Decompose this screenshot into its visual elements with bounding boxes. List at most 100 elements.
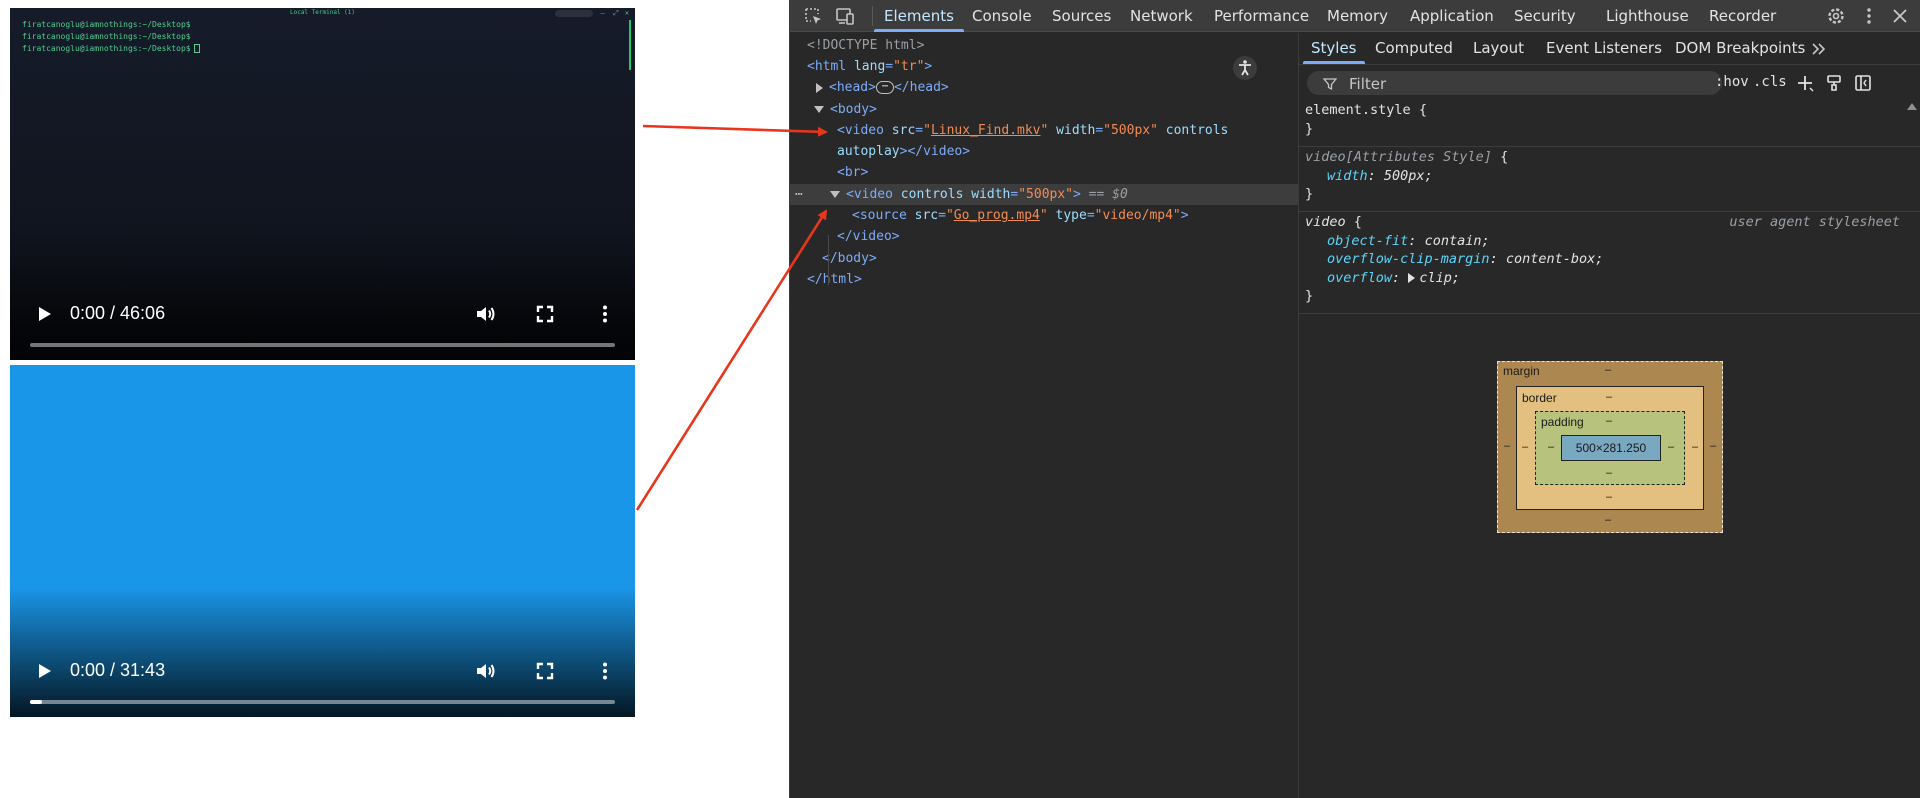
hover-state-toggle[interactable]: :hov bbox=[1715, 74, 1749, 90]
tab-memory[interactable]: Memory bbox=[1327, 0, 1388, 32]
play-icon[interactable] bbox=[32, 302, 56, 326]
terminal-title: Local Terminal (1) bbox=[289, 9, 356, 16]
dom-video1-node-cont[interactable]: autoplay></video> bbox=[790, 141, 1298, 162]
tab-event-listeners[interactable]: Event Listeners bbox=[1546, 33, 1662, 64]
terminal-scrollbar bbox=[629, 20, 631, 70]
tab-security[interactable]: Security bbox=[1514, 0, 1576, 32]
filter-placeholder: Filter bbox=[1349, 75, 1387, 93]
video-time: 0:00 / 46:06 bbox=[70, 303, 166, 323]
styles-pane: Styles Computed Layout Event Listeners D… bbox=[1298, 33, 1920, 798]
dom-html-node[interactable]: <html lang="tr"> bbox=[790, 56, 1298, 77]
tab-elements[interactable]: Elements bbox=[874, 0, 964, 32]
rule-element-style[interactable]: element.style { } bbox=[1299, 101, 1900, 138]
add-rule-icon[interactable] bbox=[1796, 74, 1814, 92]
terminal-line: firatcanoglu@iamnothings:~/Desktop$ bbox=[22, 43, 200, 55]
terminal-output: firatcanoglu@iamnothings:~/Desktop$ fira… bbox=[22, 19, 200, 55]
collapse-triangle-icon[interactable] bbox=[814, 106, 824, 113]
video-controls: 0:00 / 46:06 bbox=[10, 280, 635, 360]
terminal-cursor bbox=[193, 44, 200, 53]
collapse-triangle-icon[interactable] bbox=[830, 191, 840, 198]
tab-performance[interactable]: Performance bbox=[1214, 0, 1309, 32]
box-model-border-label: border bbox=[1522, 391, 1557, 405]
box-model-content-size[interactable]: 500×281.250 bbox=[1561, 435, 1661, 461]
rule-user-agent-video[interactable]: video { user agent stylesheet object-fit… bbox=[1299, 213, 1900, 306]
dom-html-close[interactable]: </html> bbox=[790, 269, 1298, 290]
video1-src-link[interactable]: Linux_Find.mkv bbox=[931, 123, 1041, 138]
video-player-linux-find[interactable]: Local Terminal (1) — ⤢ ✕ firatcanoglu@iam… bbox=[10, 8, 635, 360]
scroll-up-arrow-icon[interactable] bbox=[1907, 103, 1917, 110]
tab-application[interactable]: Application bbox=[1410, 0, 1494, 32]
more-options-icon[interactable] bbox=[593, 659, 617, 683]
css-value[interactable]: content-box; bbox=[1506, 251, 1604, 267]
video-player-go-prog[interactable]: 0:00 / 31:43 bbox=[10, 365, 635, 717]
play-icon[interactable] bbox=[32, 659, 56, 683]
more-options-icon[interactable] bbox=[1858, 5, 1880, 27]
terminal-line: firatcanoglu@iamnothings:~/Desktop$ bbox=[22, 32, 191, 41]
tab-network[interactable]: Network bbox=[1130, 0, 1193, 32]
tab-dom-breakpoints[interactable]: DOM Breakpoints bbox=[1675, 33, 1805, 64]
collapsed-ellipsis-icon[interactable]: ⋯ bbox=[875, 81, 894, 94]
dom-head-node[interactable]: <head> ⋯ </head> bbox=[790, 77, 1298, 98]
terminal-line: firatcanoglu@iamnothings:~/Desktop$ bbox=[22, 20, 191, 29]
volume-icon[interactable] bbox=[473, 659, 497, 683]
video-progress-bar[interactable] bbox=[30, 343, 615, 347]
dom-body-node[interactable]: <body> bbox=[790, 99, 1298, 120]
filter-icon bbox=[1323, 78, 1337, 91]
rule-attributes-style[interactable]: video[Attributes Style] { width: 500px; … bbox=[1299, 148, 1900, 204]
dom-doctype[interactable]: <!DOCTYPE html> bbox=[790, 35, 1298, 56]
expand-triangle-icon[interactable] bbox=[816, 82, 823, 93]
close-icon[interactable] bbox=[1889, 5, 1911, 27]
dom-br-node[interactable]: <br> bbox=[790, 162, 1298, 183]
devtools-toolbar: Elements Console Sources Network Perform… bbox=[790, 0, 1920, 32]
settings-gear-icon[interactable] bbox=[1825, 5, 1847, 27]
css-value[interactable]: 500px; bbox=[1384, 168, 1433, 184]
video-progress-bar[interactable] bbox=[30, 700, 615, 704]
tab-lighthouse[interactable]: Lighthouse bbox=[1606, 0, 1689, 32]
fullscreen-icon[interactable] bbox=[533, 659, 557, 683]
styles-filter-row: Filter :hov .cls bbox=[1299, 66, 1920, 98]
inspect-element-icon[interactable] bbox=[802, 5, 824, 27]
tab-styles[interactable]: Styles bbox=[1303, 33, 1364, 64]
tab-recorder[interactable]: Recorder bbox=[1709, 0, 1776, 32]
dom-node-actions-icon[interactable]: ⋯ bbox=[795, 184, 803, 205]
elements-dom-tree: <!DOCTYPE html> <html lang="tr"> <head> ⋯… bbox=[790, 33, 1298, 798]
source-src-link[interactable]: Go_prog.mp4 bbox=[954, 208, 1040, 223]
accessibility-tree-icon[interactable] bbox=[1232, 55, 1258, 81]
dom-body-close[interactable]: </body> bbox=[790, 248, 1298, 269]
video-time: 0:00 / 31:43 bbox=[70, 660, 166, 680]
device-toolbar-icon[interactable] bbox=[834, 5, 856, 27]
dom-source-node[interactable]: <source src="Go_prog.mp4" type="video/mp… bbox=[790, 205, 1298, 226]
fullscreen-icon[interactable] bbox=[533, 302, 557, 326]
box-model-padding[interactable]: padding – – – – 500×281.250 bbox=[1535, 411, 1685, 485]
dom-video2-close[interactable]: </video> bbox=[790, 226, 1298, 247]
tab-computed[interactable]: Computed bbox=[1375, 33, 1453, 64]
toggle-sidebar-icon[interactable] bbox=[1854, 74, 1872, 92]
styles-tabbar: Styles Computed Layout Event Listeners D… bbox=[1299, 33, 1920, 65]
devtools-panel: Elements Console Sources Network Perform… bbox=[789, 0, 1920, 798]
css-value[interactable]: contain; bbox=[1425, 233, 1490, 249]
tab-sources[interactable]: Sources bbox=[1052, 0, 1111, 32]
video-controls: 0:00 / 31:43 bbox=[10, 637, 635, 717]
css-property[interactable]: overflow bbox=[1327, 270, 1392, 286]
css-property[interactable]: object-fit bbox=[1327, 233, 1408, 249]
more-options-icon[interactable] bbox=[593, 302, 617, 326]
expand-shorthand-icon[interactable] bbox=[1408, 272, 1416, 283]
element-state-paint-icon[interactable] bbox=[1825, 74, 1843, 92]
css-property[interactable]: width bbox=[1327, 168, 1368, 184]
box-model-margin-label: margin bbox=[1503, 364, 1540, 378]
styles-filter-input[interactable]: Filter bbox=[1307, 71, 1722, 95]
page: { "terminal": { "title": "Local Terminal… bbox=[0, 0, 1920, 798]
css-value[interactable]: clip; bbox=[1419, 270, 1460, 286]
box-model-padding-label: padding bbox=[1541, 415, 1584, 429]
box-model-border[interactable]: border – – – – padding – – – – 500×281.2… bbox=[1516, 386, 1704, 510]
dom-video1-node[interactable]: <video src="Linux_Find.mkv" width="500px… bbox=[790, 120, 1298, 141]
more-tabs-chevron-icon[interactable] bbox=[1811, 42, 1827, 56]
dom-video2-node-selected[interactable]: ⋯ <video controls width="500px"> == $0 bbox=[790, 184, 1298, 205]
tab-console[interactable]: Console bbox=[972, 0, 1032, 32]
class-toggle[interactable]: .cls bbox=[1753, 74, 1787, 90]
rule-source-label: user agent stylesheet bbox=[1729, 214, 1900, 230]
box-model-margin[interactable]: margin – – – – border – – – – padding – … bbox=[1497, 361, 1723, 533]
volume-icon[interactable] bbox=[473, 302, 497, 326]
css-property[interactable]: overflow-clip-margin bbox=[1327, 251, 1490, 267]
tab-layout[interactable]: Layout bbox=[1473, 33, 1524, 64]
